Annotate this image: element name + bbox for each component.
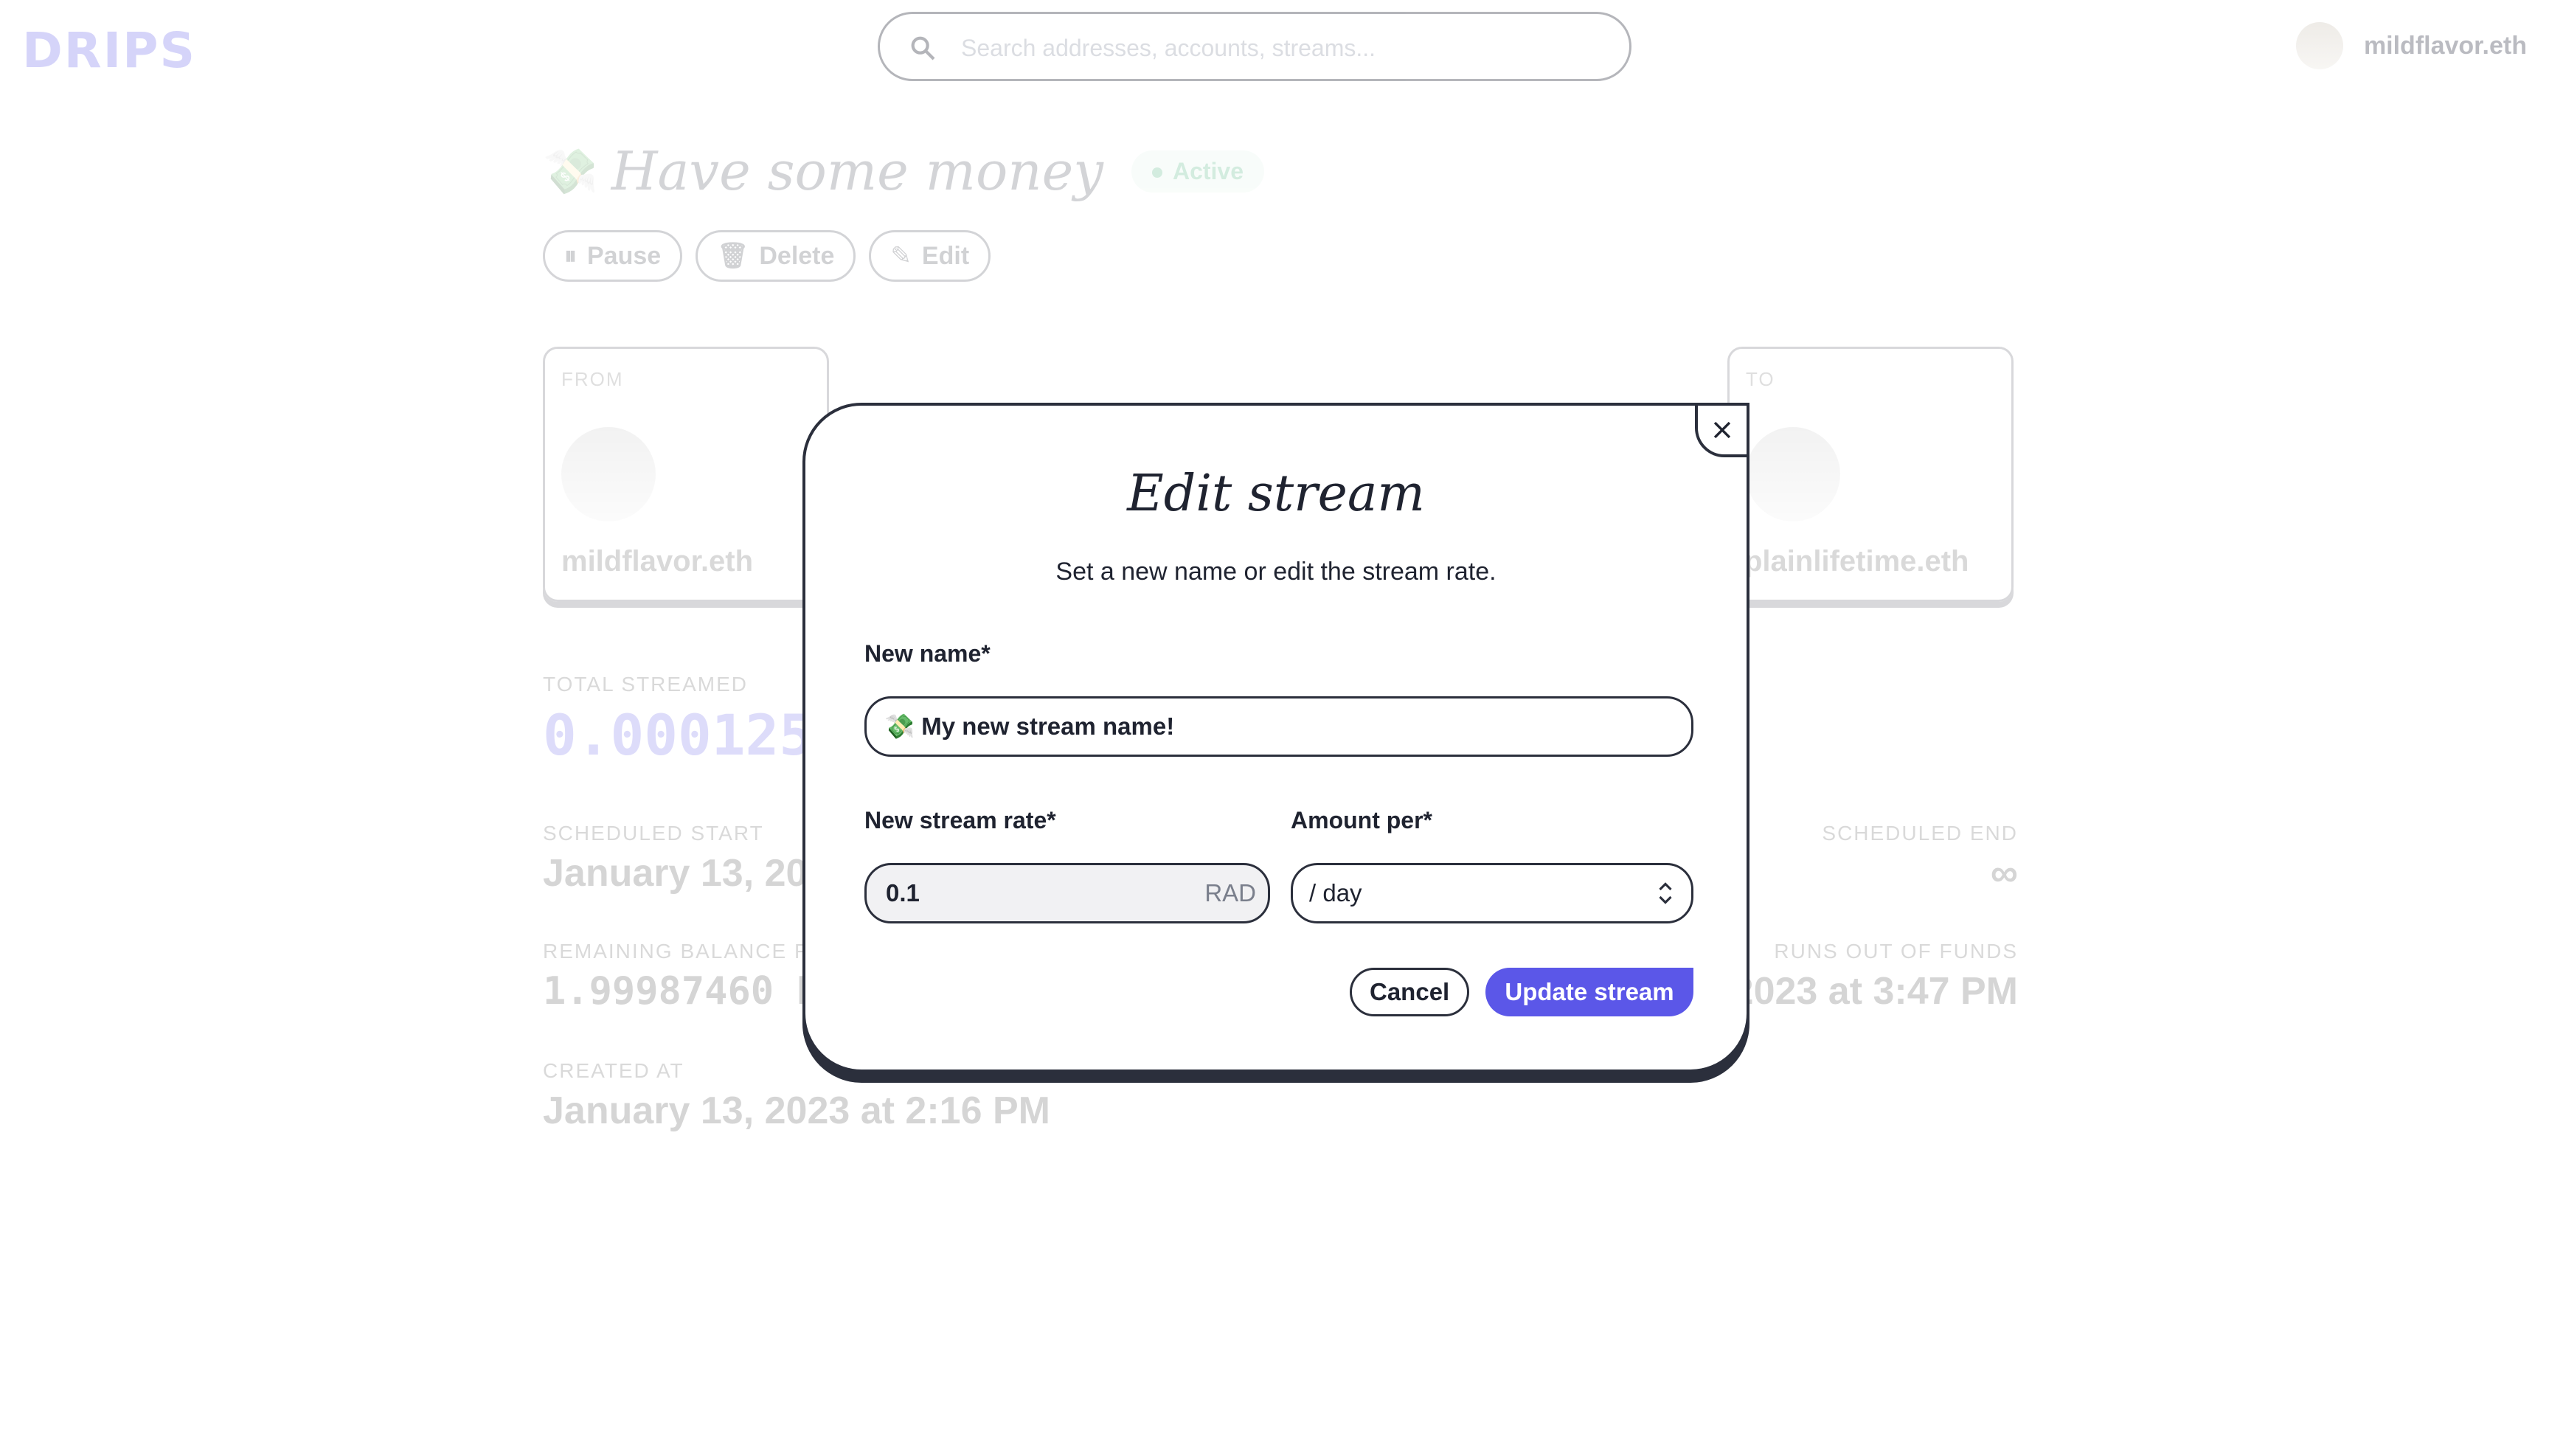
scheduled-end-value: ∞ [1990,852,2018,895]
edit-button[interactable]: ✎ Edit [869,230,991,282]
close-icon [1713,421,1731,439]
update-stream-button[interactable]: Update stream [1485,968,1693,1016]
status-text: Active [1172,157,1244,184]
stream-actions: ⏸ Pause 🗑 Delete ✎ Edit [543,230,991,282]
avatar [2295,22,2343,69]
modal-subtitle: Set a new name or edit the stream rate. [1055,558,1497,586]
stream-rate-input[interactable]: 0.1 RAD [864,863,1270,923]
account-menu[interactable]: mildflavor.eth [2295,22,2527,69]
amount-per-label: Amount per* [1291,807,1432,833]
delete-label: Delete [759,241,835,270]
edit-stream-modal: Edit stream Set a new name or edit the s… [802,403,1749,1072]
total-streamed-value: 0.000125 [543,702,814,768]
drips-logo[interactable]: DRIPS [22,22,196,79]
new-name-input[interactable]: 💸 My new stream name! [864,696,1693,757]
total-streamed-label: TOTAL STREAMED [543,673,748,696]
scheduled-end: SCHEDULED END ∞ [1822,822,2018,895]
remaining-balance-value: 1.99987460 R [543,969,820,1013]
remaining-balance: REMAINING BALANCE FO 1.99987460 R [543,940,826,1013]
remaining-balance-label: REMAINING BALANCE FO [543,940,826,963]
pause-button[interactable]: ⏸ Pause [543,230,683,282]
modal-title: Edit stream [1127,465,1425,523]
search-icon [911,36,935,60]
from-name: mildflavor.eth [561,545,754,578]
search-placeholder: Search addresses, accounts, streams... [961,35,1376,61]
money-emoji-icon: 💸 [543,146,598,196]
avatar [561,427,656,521]
cancel-button[interactable]: Cancel [1350,968,1470,1016]
scheduled-start: SCHEDULED START January 13, 202 [543,822,828,895]
amount-per-select[interactable]: / day [1291,863,1693,923]
pencil-icon: ✎ [890,242,912,270]
rate-unit: RAD [1204,879,1256,906]
to-name: plainlifetime.eth [1744,545,1969,578]
total-streamed: TOTAL STREAMED 0.000125 [543,673,813,768]
edit-label: Edit [921,241,970,270]
to-card[interactable]: TO plainlifetime.eth [1727,347,2014,602]
search-bar[interactable]: Search addresses, accounts, streams... [878,12,1631,81]
close-button[interactable] [1695,403,1749,457]
new-name-label: New name* [864,640,991,667]
runs-out-label: RUNS OUT OF FUNDS [1774,940,2018,963]
avatar [1746,427,1840,521]
to-label: TO [1746,368,1775,390]
delete-button[interactable]: 🗑 Delete [696,230,856,282]
stream-rate-value: 0.1 [886,879,920,906]
page-title: Have some money [611,140,1103,202]
scheduled-start-label: SCHEDULED START [543,822,764,845]
runs-out-value: 2023 at 3:47 PM [1732,970,2018,1013]
runs-out: RUNS OUT OF FUNDS 2023 at 3:47 PM [1733,940,2018,1013]
chevron-up-down-icon [1659,882,1672,904]
pause-label: Pause [587,241,662,270]
from-label: FROM [561,368,624,390]
scheduled-end-label: SCHEDULED END [1822,822,2018,845]
account-name: mildflavor.eth [2363,31,2527,60]
status-badge: Active [1131,150,1264,193]
trash-icon: 🗑 [717,242,749,270]
scheduled-start-value: January 13, 202 [543,852,829,895]
pause-icon: ⏸ [564,241,577,270]
stream-title-row: 💸 Have some money Active [543,140,1264,202]
new-stream-rate-label: New stream rate* [864,807,1056,833]
created-at-value: January 13, 2023 at 2:16 PM [543,1089,1050,1132]
status-dot-icon [1151,167,1162,178]
from-card[interactable]: FROM mildflavor.eth [543,347,829,602]
amount-per-value: / day [1309,879,1362,906]
